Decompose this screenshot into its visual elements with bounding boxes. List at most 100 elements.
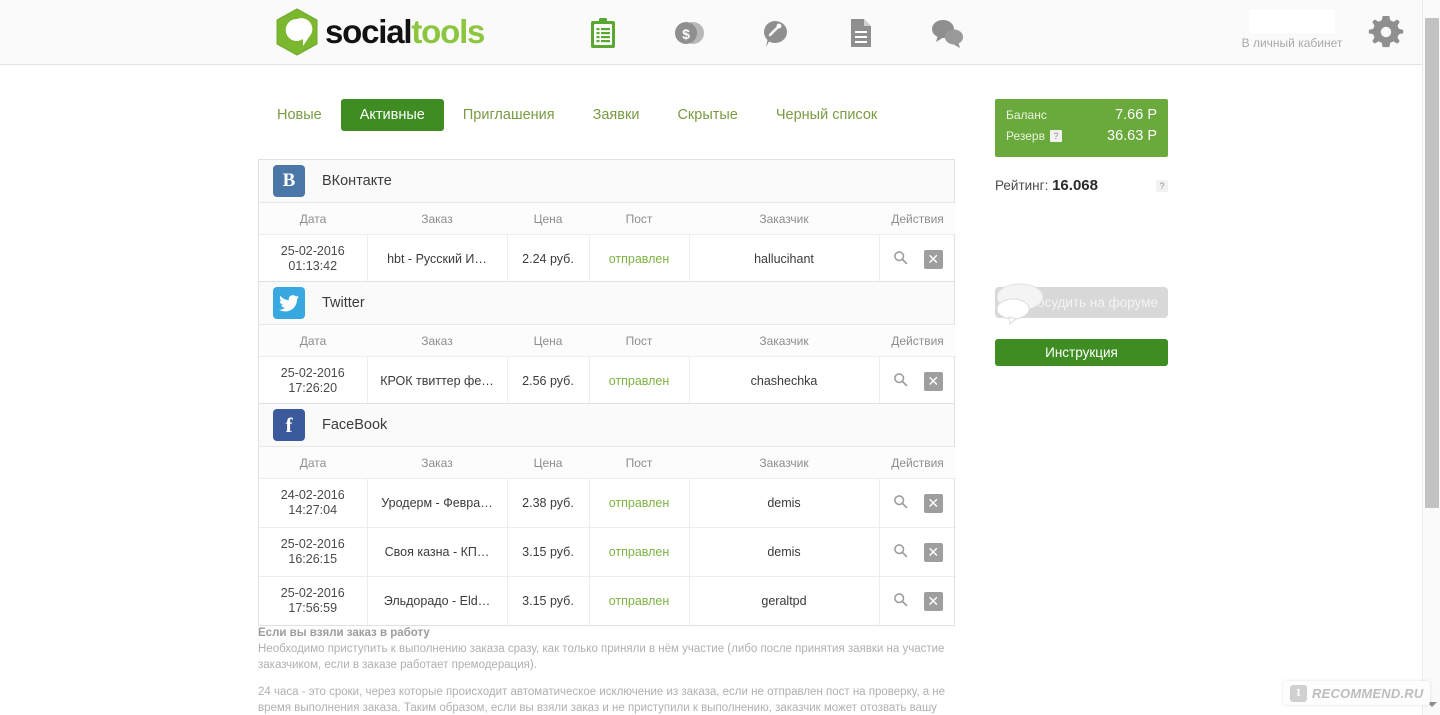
tag-icon	[759, 17, 791, 49]
close-icon: ✕	[927, 495, 940, 511]
remove-button[interactable]: ✕	[923, 493, 943, 513]
cell-date-time: 16:26:15	[288, 552, 338, 566]
cell-date-time: 14:27:04	[288, 503, 338, 517]
logo-hexagon-icon	[275, 8, 319, 56]
logo-wordmark: socialtools	[325, 8, 485, 56]
cell-date-day: 24-02-2016	[280, 488, 345, 502]
view-button[interactable]	[893, 592, 908, 610]
table-row: 25-02-2016 01:13:42 hbt - Русский И… 2.2…	[259, 234, 956, 283]
footer-notes: Если вы взяли заказ в работу Необходимо …	[258, 627, 958, 715]
th-actions: Действия	[879, 447, 956, 479]
rating-help-icon[interactable]: ?	[1156, 179, 1168, 192]
orders-table-twitter: Дата Заказ Цена Пост Заказчик Действия 2…	[259, 325, 956, 405]
remove-button[interactable]: ✕	[923, 591, 943, 611]
network-block-facebook: f FaceBook Дата Заказ Цена Пост Заказчик…	[258, 403, 956, 626]
th-price: Цена	[507, 447, 589, 479]
network-name-twitter: Twitter	[322, 295, 365, 311]
reserve-label: Резерв	[1006, 129, 1045, 143]
rating-label: Рейтинг:	[995, 178, 1049, 193]
site-logo[interactable]: socialtools	[275, 8, 485, 56]
page-scrollbar[interactable]	[1422, 0, 1440, 715]
balance-panel: Баланс 7.66 Р Резерв ? 36.63 Р	[995, 99, 1168, 157]
nav-document-button[interactable]	[818, 10, 904, 56]
site-header: socialtools $ В личный кабинет	[0, 0, 1422, 65]
gear-icon	[1368, 16, 1404, 54]
cell-date-time: 17:56:59	[288, 601, 338, 615]
balance-row: Баланс 7.66 Р	[1006, 107, 1157, 123]
fb-glyph: f	[285, 412, 293, 437]
cell-price: 2.38 руб.	[507, 478, 590, 528]
table-row: 25-02-2016 16:26:15 Своя казна - КП… 3.1…	[259, 527, 956, 577]
th-actions: Действия	[879, 325, 956, 357]
search-icon	[893, 250, 908, 268]
nav-chat-button[interactable]	[904, 10, 990, 56]
logo-text-primary: social	[325, 13, 413, 50]
cell-date: 25-02-2016 17:56:59	[259, 576, 368, 625]
table-header-row: Дата Заказ Цена Пост Заказчик Действия	[259, 325, 956, 357]
th-date: Дата	[259, 325, 367, 357]
network-header-twitter: Twitter	[259, 282, 954, 325]
view-button[interactable]	[893, 372, 908, 390]
orders-table-facebook: Дата Заказ Цена Пост Заказчик Действия 2…	[259, 447, 956, 625]
cell-date-day: 25-02-2016	[280, 537, 345, 551]
tab-invitations[interactable]: Приглашения	[444, 99, 574, 131]
th-client: Заказчик	[689, 447, 879, 479]
facebook-icon: f	[273, 409, 305, 441]
th-date: Дата	[259, 203, 367, 235]
cell-order[interactable]: hbt - Русский И…	[367, 234, 508, 283]
cell-actions: ✕	[879, 357, 956, 406]
clipboard-icon	[589, 17, 617, 49]
account-link-label[interactable]: В личный кабинет	[1232, 36, 1352, 50]
settings-button[interactable]	[1368, 14, 1404, 55]
th-actions: Действия	[879, 203, 956, 235]
instruction-button[interactable]: Инструкция	[995, 339, 1168, 366]
forum-button[interactable]: Обсудить на форуме	[995, 283, 1168, 325]
balance-value: 7.66 Р	[1115, 107, 1157, 123]
cell-order[interactable]: Эльдорадо - Eld…	[367, 576, 508, 625]
nav-clipboard-button[interactable]	[560, 10, 646, 56]
orders-tabs: Новые Активные Приглашения Заявки Скрыты…	[258, 99, 896, 131]
notes-heading: Если вы взяли заказ в работу	[258, 627, 430, 639]
remove-button[interactable]: ✕	[923, 249, 943, 269]
nav-money-button[interactable]: $	[646, 10, 732, 56]
view-button[interactable]	[893, 250, 908, 268]
tab-active[interactable]: Активные	[340, 99, 444, 131]
th-post: Пост	[589, 203, 689, 235]
recommend-mark-icon: I	[1290, 684, 1307, 702]
th-order: Заказ	[367, 203, 507, 235]
table-row: 25-02-2016 17:56:59 Эльдорадо - Eld… 3.1…	[259, 576, 956, 625]
cell-date-time: 17:26:20	[288, 381, 338, 395]
close-icon: ✕	[927, 251, 940, 267]
tab-blacklist[interactable]: Черный список	[757, 99, 896, 131]
reserve-help-icon[interactable]: ?	[1049, 130, 1062, 142]
cell-status: отправлен	[589, 576, 690, 625]
view-button[interactable]	[893, 543, 908, 561]
cell-order[interactable]: Своя казна - КП…	[367, 527, 508, 577]
remove-button[interactable]: ✕	[923, 371, 943, 391]
account-block[interactable]: В личный кабинет	[1232, 9, 1352, 50]
th-post: Пост	[589, 325, 689, 357]
money-icon: $	[673, 17, 705, 49]
nav-tag-button[interactable]	[732, 10, 818, 56]
reserve-label-group: Резерв ?	[1006, 129, 1062, 143]
tab-hidden[interactable]: Скрытые	[658, 99, 756, 131]
notes-paragraph-1: Необходимо приступить к выполнению заказ…	[258, 643, 945, 671]
remove-button[interactable]: ✕	[923, 542, 943, 562]
recommend-watermark: I RECOMMEND.RU	[1283, 681, 1431, 705]
reserve-row: Резерв ? 36.63 Р	[1006, 128, 1157, 144]
view-button[interactable]	[893, 494, 908, 512]
rating-row: Рейтинг: 16.068 ?	[995, 177, 1168, 194]
tab-requests[interactable]: Заявки	[574, 99, 659, 131]
cell-order[interactable]: Уродерм - Февра…	[367, 478, 508, 528]
network-block-vk: В ВКонтакте Дата Заказ Цена Пост Заказчи…	[258, 159, 956, 284]
cell-price: 3.15 руб.	[507, 527, 590, 577]
network-header-facebook: f FaceBook	[259, 404, 954, 447]
scrollbar-thumb[interactable]	[1425, 18, 1439, 508]
cell-status: отправлен	[589, 478, 690, 528]
instruction-button-label: Инструкция	[1045, 345, 1118, 360]
cell-date: 25-02-2016 01:13:42	[259, 234, 368, 283]
cell-actions: ✕	[879, 478, 956, 528]
cell-order[interactable]: КРОК твиттер фе…	[367, 356, 508, 405]
tab-new[interactable]: Новые	[258, 99, 341, 131]
cell-date-day: 25-02-2016	[280, 366, 345, 380]
